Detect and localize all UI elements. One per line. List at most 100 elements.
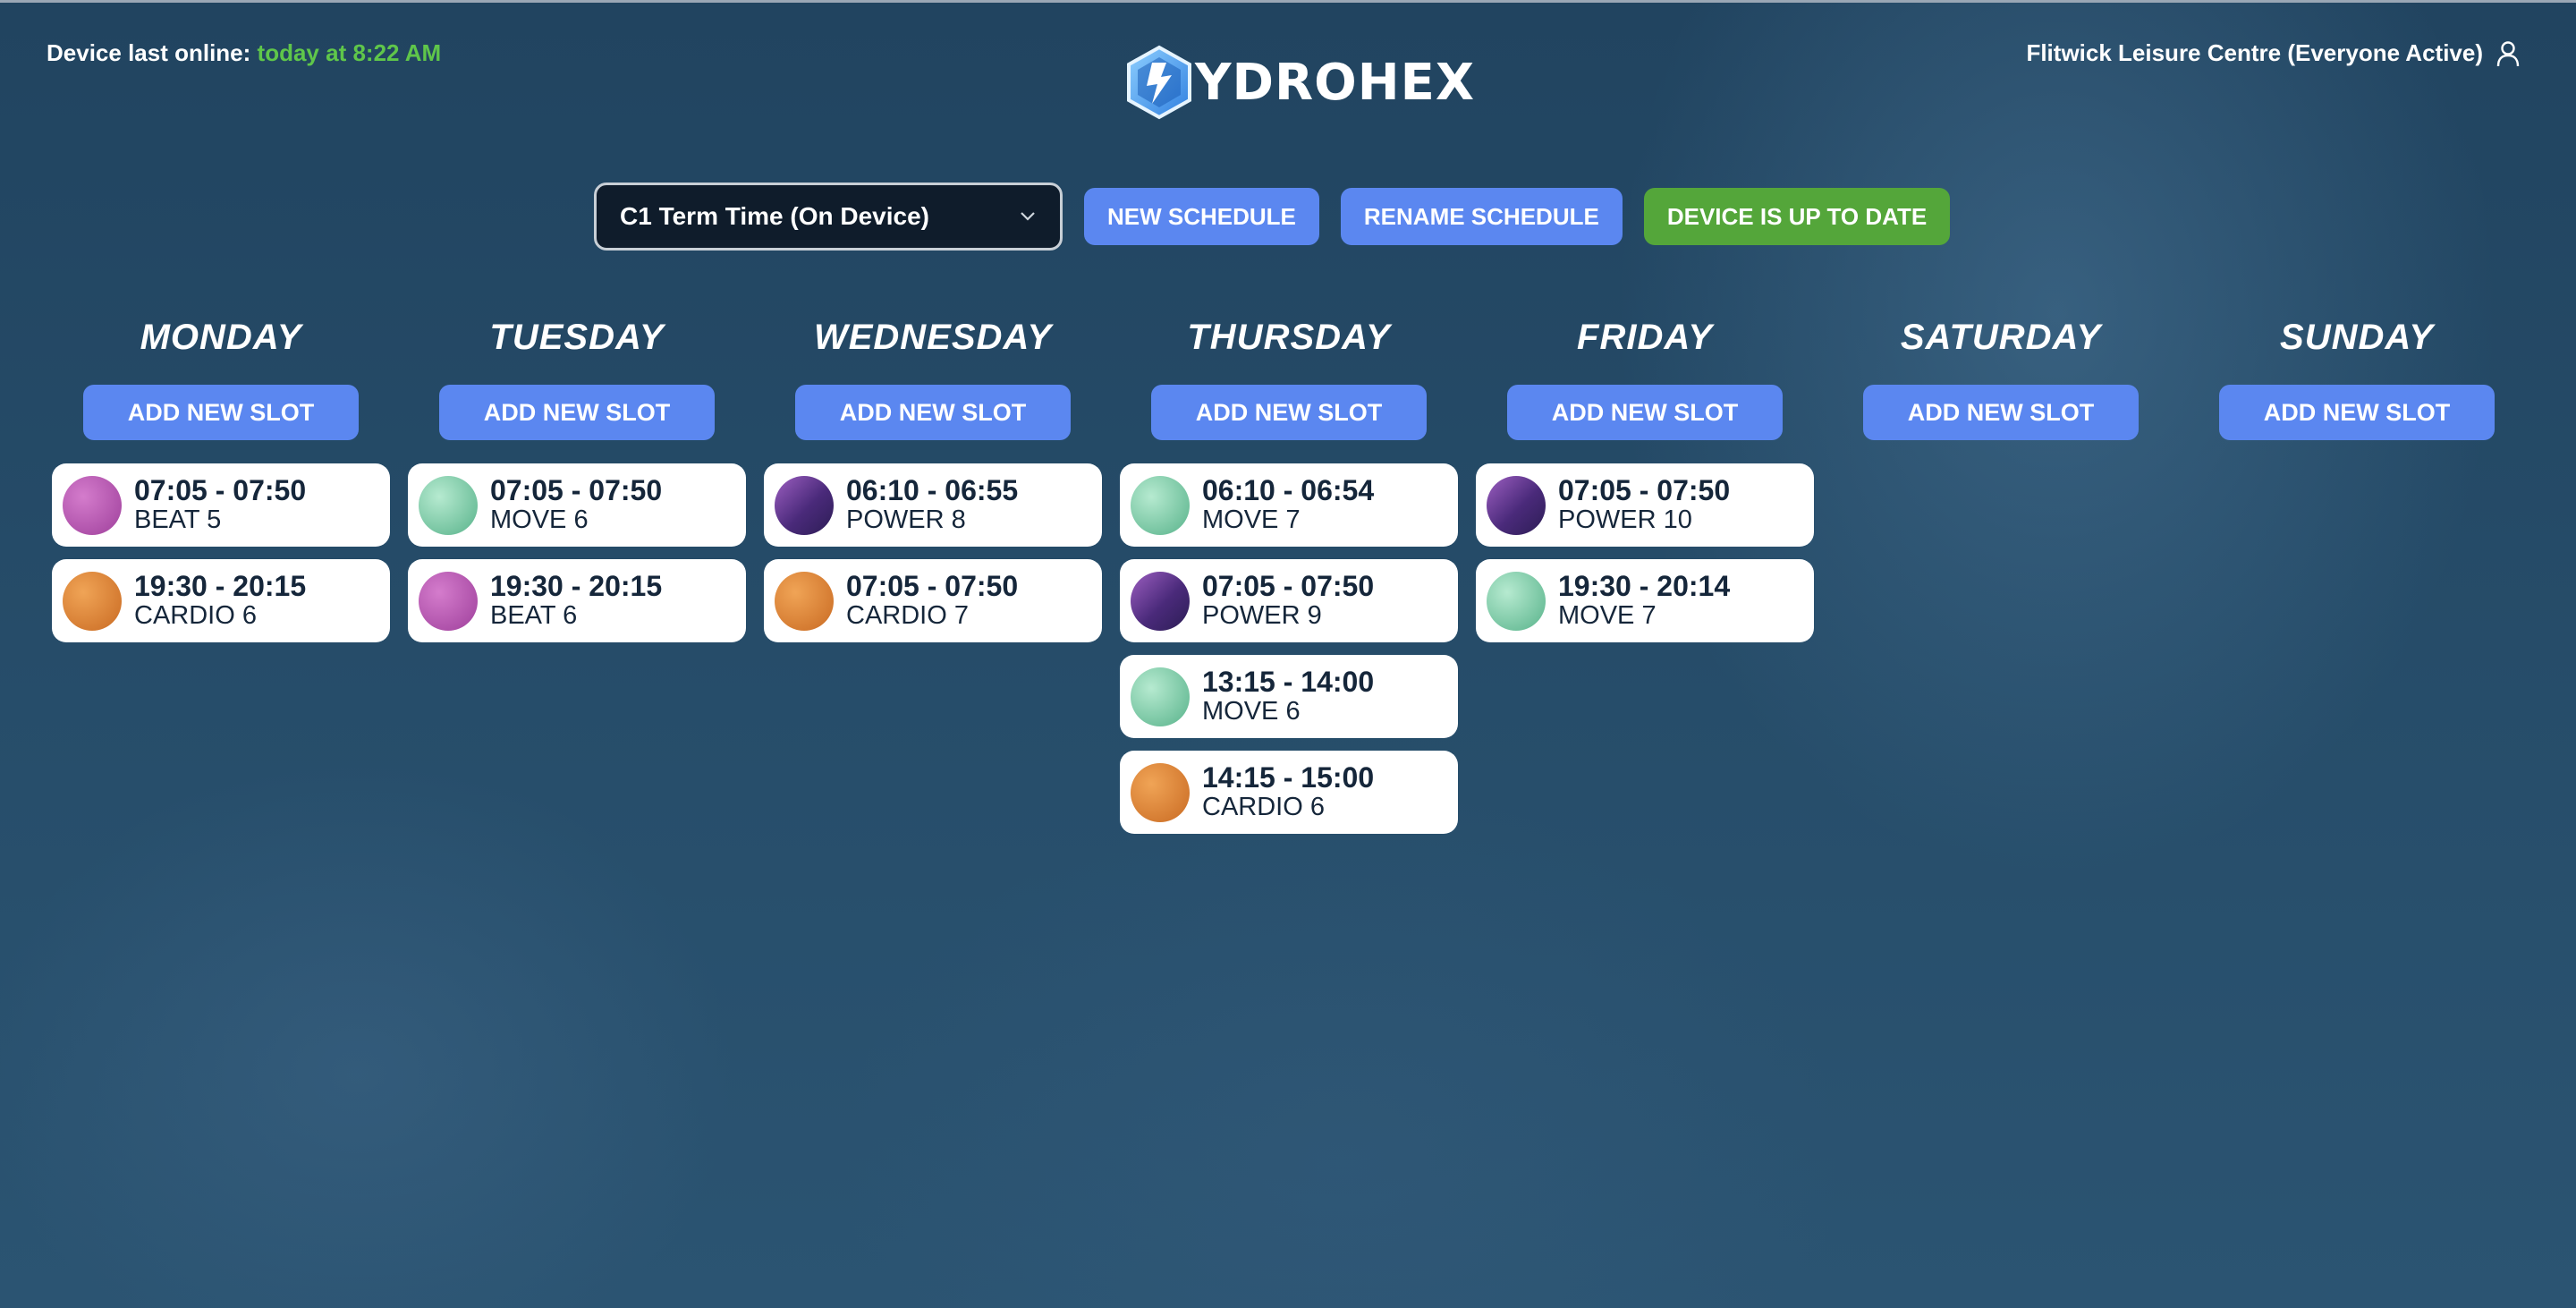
last-online-label: Device last online: <box>47 39 251 66</box>
slot-time: 07:05 - 07:50 <box>1202 569 1375 602</box>
add-new-slot-button[interactable]: ADD NEW SLOT <box>1863 385 2139 440</box>
slot-class-name: MOVE 6 <box>1202 697 1301 726</box>
slot-class-name: CARDIO 7 <box>846 601 969 631</box>
beat-class-icon <box>63 475 122 535</box>
power-class-icon <box>775 475 834 535</box>
week-schedule: MONDAY ADD NEW SLOT 07:05 - 07:50 BEAT 5 19:… <box>52 313 2497 834</box>
slot-class-name: MOVE 7 <box>1202 505 1301 535</box>
day-column-monday: MONDAY ADD NEW SLOT 07:05 - 07:50 BEAT 5 19:… <box>52 313 390 834</box>
slot-text: 07:05 - 07:50 CARDIO 7 <box>846 569 1019 631</box>
slot-card[interactable]: 06:10 - 06:55 POWER 8 <box>764 463 1102 547</box>
slot-text: 07:05 - 07:50 POWER 9 <box>1202 569 1375 631</box>
day-name: TUESDAY <box>489 318 665 357</box>
schedule-toolbar: C1 Term Time (On Device) NEW SCHEDULE RE… <box>594 183 1951 251</box>
slot-time: 07:05 - 07:50 <box>490 473 663 506</box>
slot-card[interactable]: 07:05 - 07:50 POWER 10 <box>1476 463 1814 547</box>
add-new-slot-button[interactable]: ADD NEW SLOT <box>1507 385 1783 440</box>
cardio-class-icon <box>63 571 122 631</box>
add-new-slot-button[interactable]: ADD NEW SLOT <box>439 385 715 440</box>
slot-text: 06:10 - 06:54 MOVE 7 <box>1202 473 1375 535</box>
venue-account[interactable]: Flitwick Leisure Centre (Everyone Active… <box>2026 39 2521 67</box>
top-border <box>0 0 2576 3</box>
venue-name: Flitwick Leisure Centre (Everyone Active… <box>2026 39 2483 66</box>
slot-list: 06:10 - 06:54 MOVE 7 07:05 - 07:50 POWER 9 1… <box>1120 463 1458 834</box>
day-column-wednesday: WEDNESDAY ADD NEW SLOT 06:10 - 06:55 POWER … <box>764 313 1102 834</box>
move-class-icon <box>419 475 478 535</box>
slot-time: 13:15 - 14:00 <box>1202 665 1375 698</box>
logo-text: YDROHEX <box>1195 53 1476 112</box>
slot-class-name: BEAT 6 <box>490 601 578 631</box>
slot-card[interactable]: 07:05 - 07:50 MOVE 6 <box>408 463 746 547</box>
slot-text: 19:30 - 20:15 BEAT 6 <box>490 569 663 631</box>
power-class-icon <box>1131 571 1190 631</box>
slot-card[interactable]: 13:15 - 14:00 MOVE 6 <box>1120 655 1458 738</box>
slot-list: 06:10 - 06:55 POWER 8 07:05 - 07:50 CARDIO … <box>764 463 1102 642</box>
add-new-slot-button[interactable]: ADD NEW SLOT <box>2219 385 2495 440</box>
add-new-slot-button[interactable]: ADD NEW SLOT <box>1151 385 1427 440</box>
slot-text: 06:10 - 06:55 POWER 8 <box>846 473 1019 535</box>
day-column-saturday: SATURDAY ADD NEW SLOT <box>1832 313 2170 834</box>
move-class-icon <box>1131 475 1190 535</box>
slot-class-name: MOVE 6 <box>490 505 589 535</box>
slot-time: 19:30 - 20:15 <box>134 569 307 602</box>
slot-text: 07:05 - 07:50 MOVE 6 <box>490 473 663 535</box>
day-column-thursday: THURSDAY ADD NEW SLOT 06:10 - 06:54 MOVE 70… <box>1120 313 1458 834</box>
hexagon-logo-icon <box>1127 45 1191 120</box>
slot-card[interactable]: 07:05 - 07:50 BEAT 5 <box>52 463 390 547</box>
slot-text: 07:05 - 07:50 POWER 10 <box>1558 473 1731 535</box>
slot-text: 13:15 - 14:00 MOVE 6 <box>1202 665 1375 726</box>
move-class-icon <box>1487 571 1546 631</box>
slot-card[interactable]: 14:15 - 15:00 CARDIO 6 <box>1120 751 1458 834</box>
slot-card[interactable]: 07:05 - 07:50 CARDIO 7 <box>764 559 1102 642</box>
slot-class-name: POWER 9 <box>1202 601 1322 631</box>
slot-class-name: CARDIO 6 <box>1202 793 1325 822</box>
slot-card[interactable]: 19:30 - 20:15 BEAT 6 <box>408 559 746 642</box>
slot-text: 19:30 - 20:14 MOVE 7 <box>1558 569 1731 631</box>
slot-time: 19:30 - 20:14 <box>1558 569 1731 602</box>
day-column-sunday: SUNDAY ADD NEW SLOT <box>2188 313 2526 834</box>
slot-card[interactable]: 07:05 - 07:50 POWER 9 <box>1120 559 1458 642</box>
last-online-value: today at 8:22 AM <box>257 39 442 66</box>
device-last-online: Device last online: today at 8:22 AM <box>47 39 441 67</box>
user-icon <box>2496 40 2520 66</box>
slot-class-name: POWER 10 <box>1558 505 1692 535</box>
slot-text: 07:05 - 07:50 BEAT 5 <box>134 473 307 535</box>
slot-text: 19:30 - 20:15 CARDIO 6 <box>134 569 307 631</box>
slot-card[interactable]: 06:10 - 06:54 MOVE 7 <box>1120 463 1458 547</box>
slot-list: 07:05 - 07:50 BEAT 5 19:30 - 20:15 CARDIO 6 <box>52 463 390 642</box>
day-column-friday: FRIDAY ADD NEW SLOT 07:05 - 07:50 POWER 10 1… <box>1476 313 1814 834</box>
cardio-class-icon <box>775 571 834 631</box>
day-name: SATURDAY <box>1900 318 2102 357</box>
new-schedule-button[interactable]: NEW SCHEDULE <box>1084 188 1319 245</box>
hydrohex-logo[interactable]: YDROHEX <box>1125 45 1475 120</box>
add-new-slot-button[interactable]: ADD NEW SLOT <box>83 385 359 440</box>
slot-time: 06:10 - 06:55 <box>846 473 1019 506</box>
slot-list: 07:05 - 07:50 POWER 10 19:30 - 20:14 MOVE 7 <box>1476 463 1814 642</box>
move-class-icon <box>1131 667 1190 726</box>
day-name: THURSDAY <box>1187 318 1391 357</box>
slot-class-name: MOVE 7 <box>1558 601 1657 631</box>
schedule-select-value: C1 Term Time (On Device) <box>620 202 929 230</box>
slot-time: 07:05 - 07:50 <box>846 569 1019 602</box>
slot-card[interactable]: 19:30 - 20:14 MOVE 7 <box>1476 559 1814 642</box>
slot-card[interactable]: 19:30 - 20:15 CARDIO 6 <box>52 559 390 642</box>
slot-class-name: BEAT 5 <box>134 505 222 535</box>
day-column-tuesday: TUESDAY ADD NEW SLOT 07:05 - 07:50 MOVE 6 19… <box>408 313 746 834</box>
slot-class-name: POWER 8 <box>846 505 966 535</box>
cardio-class-icon <box>1131 762 1190 822</box>
chevron-down-icon <box>1021 212 1035 221</box>
beat-class-icon <box>419 571 478 631</box>
schedule-select[interactable]: C1 Term Time (On Device) <box>594 183 1063 251</box>
device-status-button[interactable]: DEVICE IS UP TO DATE <box>1643 188 1951 245</box>
slot-time: 06:10 - 06:54 <box>1202 473 1375 506</box>
slot-time: 14:15 - 15:00 <box>1202 760 1375 794</box>
slot-text: 14:15 - 15:00 CARDIO 6 <box>1202 760 1375 822</box>
rename-schedule-button[interactable]: RENAME SCHEDULE <box>1340 188 1623 245</box>
day-name: SUNDAY <box>2280 318 2434 357</box>
slot-time: 07:05 - 07:50 <box>1558 473 1731 506</box>
slot-time: 07:05 - 07:50 <box>134 473 307 506</box>
add-new-slot-button[interactable]: ADD NEW SLOT <box>795 385 1071 440</box>
day-name: MONDAY <box>140 318 302 357</box>
slot-list: 07:05 - 07:50 MOVE 6 19:30 - 20:15 BEAT 6 <box>408 463 746 642</box>
slot-time: 19:30 - 20:15 <box>490 569 663 602</box>
